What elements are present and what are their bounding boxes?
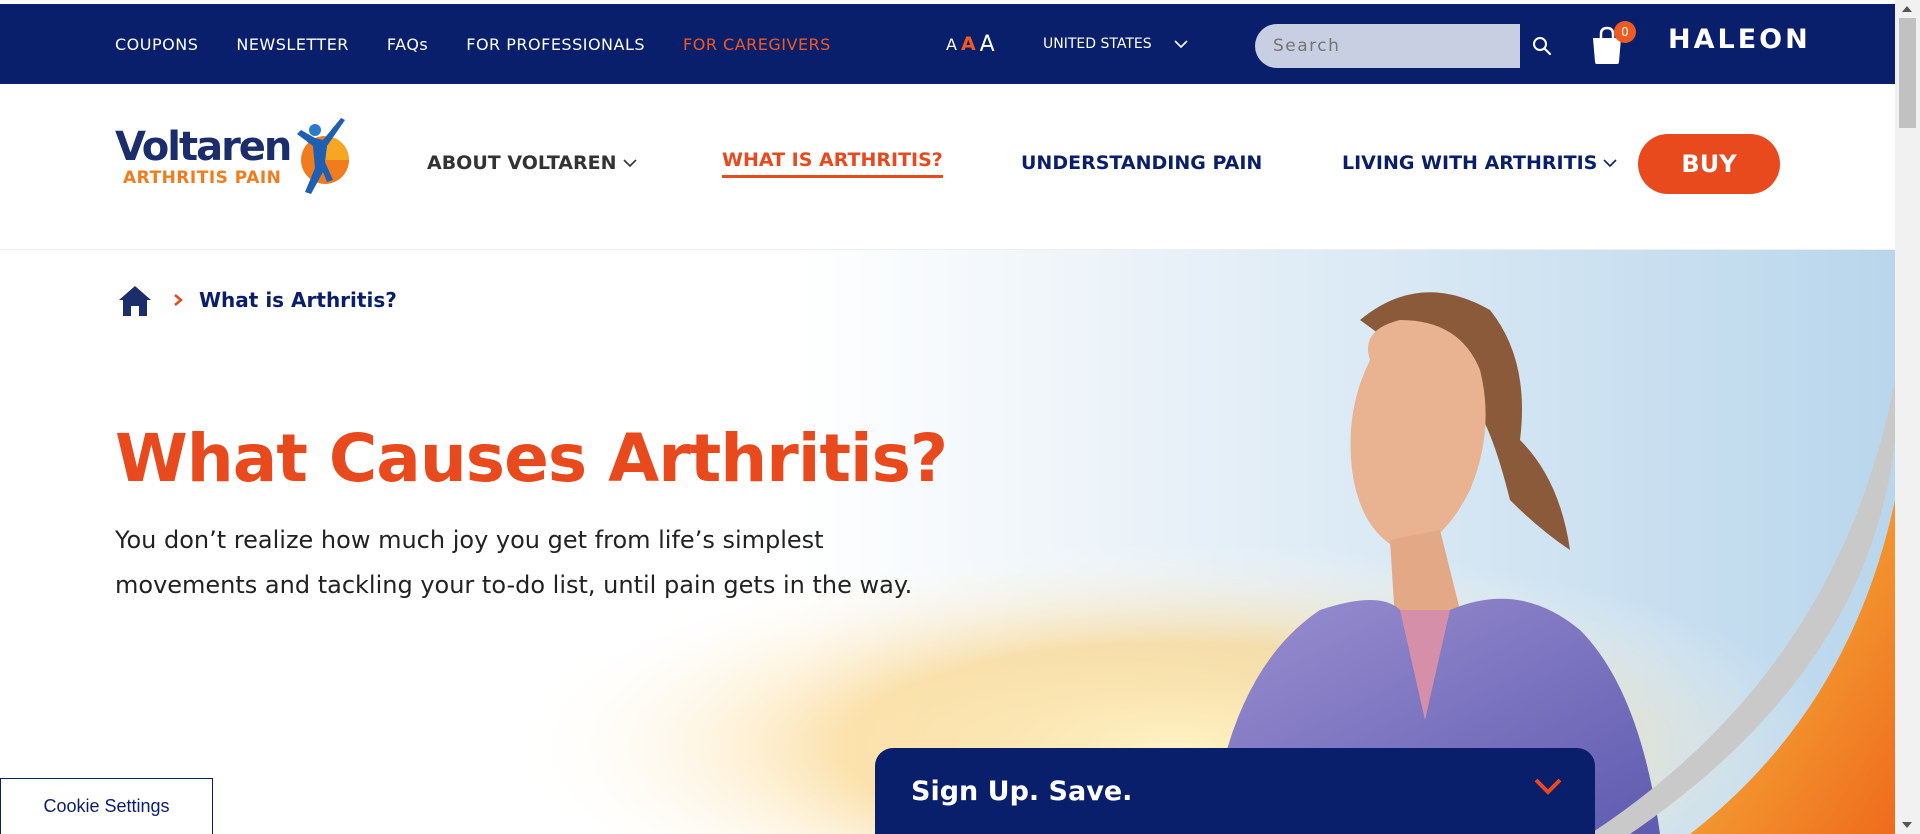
country-label: UNITED STATES bbox=[1043, 36, 1152, 52]
chevron-down-icon bbox=[1603, 159, 1617, 168]
cookie-settings-button[interactable]: Cookie Settings bbox=[0, 778, 213, 834]
scroll-down-arrow-icon[interactable] bbox=[1902, 822, 1912, 828]
cart-count-badge: 0 bbox=[1614, 21, 1636, 43]
text-size-controls: A A A bbox=[946, 4, 999, 84]
cart-button[interactable]: 0 bbox=[1587, 21, 1636, 68]
nav-what-is-arthritis[interactable]: WHAT IS ARTHRITIS? bbox=[722, 148, 943, 178]
top-bar: COUPONS NEWSLETTER FAQs FOR PROFESSIONAL… bbox=[0, 4, 1895, 84]
search-input[interactable] bbox=[1255, 24, 1520, 68]
text-size-small[interactable]: A bbox=[946, 35, 957, 54]
coupons-link[interactable]: COUPONS bbox=[115, 35, 198, 54]
page-title: What Causes Arthritis? bbox=[115, 420, 948, 497]
breadcrumb: What is Arthritis? bbox=[117, 283, 397, 317]
newsletter-link[interactable]: NEWSLETTER bbox=[236, 35, 349, 54]
buy-button[interactable]: BUY bbox=[1638, 134, 1780, 194]
search-bar bbox=[1255, 24, 1563, 68]
chevron-down-icon[interactable] bbox=[1533, 776, 1563, 796]
breadcrumb-current: What is Arthritis? bbox=[199, 288, 397, 312]
logo-brand-text: Voltaren bbox=[115, 124, 292, 170]
country-selector[interactable]: UNITED STATES bbox=[1043, 4, 1188, 84]
chevron-right-icon bbox=[174, 294, 183, 306]
voltaren-figure-icon bbox=[297, 118, 349, 194]
signup-label: Sign Up. Save. bbox=[911, 776, 1133, 807]
voltaren-logo[interactable]: Voltaren ARTHRITIS PAIN bbox=[115, 116, 355, 202]
for-caregivers-link[interactable]: FOR CAREGIVERS bbox=[683, 35, 831, 54]
nav-living-with-arthritis[interactable]: LIVING WITH ARTHRITIS bbox=[1342, 148, 1617, 178]
home-icon[interactable] bbox=[117, 283, 153, 317]
nav-about-voltaren[interactable]: ABOUT VOLTAREN bbox=[427, 148, 637, 178]
utility-nav: COUPONS NEWSLETTER FAQs FOR PROFESSIONAL… bbox=[115, 4, 869, 84]
logo-subtitle-text: ARTHRITIS PAIN bbox=[123, 168, 282, 188]
haleon-logo[interactable]: HALEON bbox=[1668, 24, 1811, 58]
text-size-large[interactable]: A bbox=[980, 32, 995, 57]
nav-what-is-arthritis-label: WHAT IS ARTHRITIS? bbox=[722, 148, 943, 171]
nav-understanding-pain-label: UNDERSTANDING PAIN bbox=[1021, 152, 1263, 174]
for-professionals-link[interactable]: FOR PROFESSIONALS bbox=[466, 35, 645, 54]
search-button[interactable] bbox=[1520, 24, 1563, 68]
nav-understanding-pain[interactable]: UNDERSTANDING PAIN bbox=[1021, 148, 1262, 178]
nav-about-voltaren-label: ABOUT VOLTAREN bbox=[427, 152, 617, 174]
search-icon bbox=[1532, 37, 1551, 56]
text-size-medium[interactable]: A bbox=[961, 33, 976, 55]
page-scrollbar[interactable] bbox=[1895, 0, 1920, 834]
chevron-down-icon bbox=[1174, 40, 1188, 49]
hero-description: You don’t realize how much joy you get f… bbox=[115, 526, 913, 599]
signup-panel[interactable]: Sign Up. Save. bbox=[875, 748, 1595, 834]
scroll-up-arrow-icon[interactable] bbox=[1902, 6, 1912, 12]
faqs-link[interactable]: FAQs bbox=[387, 35, 428, 54]
scrollbar-thumb[interactable] bbox=[1899, 18, 1916, 128]
page: COUPONS NEWSLETTER FAQs FOR PROFESSIONAL… bbox=[0, 0, 1920, 834]
nav-living-with-arthritis-label: LIVING WITH ARTHRITIS bbox=[1342, 152, 1598, 174]
chevron-down-icon bbox=[622, 159, 637, 168]
